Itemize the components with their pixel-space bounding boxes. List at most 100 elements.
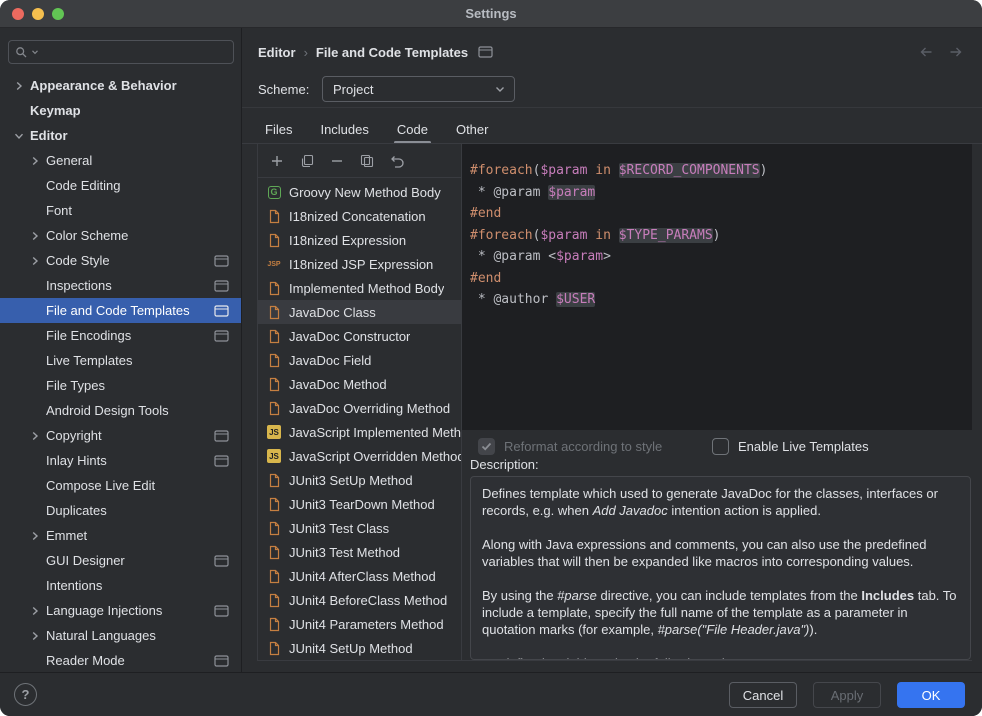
- sidebar-item-file-types[interactable]: File Types: [0, 373, 241, 398]
- fullscreen-button[interactable]: [52, 8, 64, 20]
- template-item-i18nized-jsp-expression[interactable]: JSPI18nized JSP Expression: [258, 252, 461, 276]
- screen-badge-icon: [214, 605, 229, 617]
- settings-tree: Appearance & Behavior Keymap Editor General…: [0, 73, 241, 672]
- code-line: * @author $USER: [470, 289, 972, 311]
- scheme-select[interactable]: Project: [322, 76, 515, 102]
- sidebar-item-general[interactable]: General: [0, 148, 241, 173]
- template-item-i18nized-concatenation[interactable]: I18nized Concatenation: [258, 204, 461, 228]
- sidebar-item-label: Code Editing: [46, 178, 120, 193]
- template-item-label: I18nized Expression: [289, 233, 406, 248]
- template-item-implemented-method-body[interactable]: Implemented Method Body: [258, 276, 461, 300]
- template-item-javadoc-constructor[interactable]: JavaDoc Constructor: [258, 324, 461, 348]
- sidebar-item-natural-languages[interactable]: Natural Languages: [0, 623, 241, 648]
- template-item-javadoc-field[interactable]: JavaDoc Field: [258, 348, 461, 372]
- description-text: Defines template which used to generate …: [470, 476, 971, 660]
- sidebar-item-reader-mode[interactable]: Reader Mode: [0, 648, 241, 672]
- reformat-checkbox[interactable]: [478, 438, 495, 455]
- sidebar-item-file-encodings[interactable]: File Encodings: [0, 323, 241, 348]
- sidebar-item-code-editing[interactable]: Code Editing: [0, 173, 241, 198]
- template-item-javascript-overridden-method[interactable]: JSJavaScript Overridden Method: [258, 444, 461, 468]
- sidebar-item-android-design-tools[interactable]: Android Design Tools: [0, 398, 241, 423]
- template-item-javadoc-overriding-method[interactable]: JavaDoc Overriding Method: [258, 396, 461, 420]
- separator: [257, 660, 972, 661]
- sidebar-item-copyright[interactable]: Copyright: [0, 423, 241, 448]
- template-list: GGroovy New Method BodyI18nized Concaten…: [258, 178, 461, 660]
- sidebar-item-font[interactable]: Font: [0, 198, 241, 223]
- settings-search-input[interactable]: [42, 45, 227, 60]
- template-item-junit4-setup-method[interactable]: JUnit4 SetUp Method: [258, 636, 461, 660]
- close-button[interactable]: [12, 8, 24, 20]
- template-item-junit3-teardown-method[interactable]: JUnit3 TearDown Method: [258, 492, 461, 516]
- chevron-right-icon[interactable]: [26, 631, 44, 641]
- chevron-down-icon[interactable]: [10, 131, 28, 141]
- template-item-i18nized-expression[interactable]: I18nized Expression: [258, 228, 461, 252]
- chevron-right-icon[interactable]: [26, 531, 44, 541]
- screen-badge-icon: [214, 655, 229, 667]
- copy-template-button[interactable]: [298, 152, 316, 170]
- template-file-icon: [266, 209, 282, 224]
- sidebar-item-compose-live-edit[interactable]: Compose Live Edit: [0, 473, 241, 498]
- sidebar-item-editor[interactable]: Editor: [0, 123, 241, 148]
- tab-other[interactable]: Other: [453, 115, 492, 143]
- chevron-right-icon[interactable]: [26, 431, 44, 441]
- template-item-junit3-test-class[interactable]: JUnit3 Test Class: [258, 516, 461, 540]
- sidebar-item-inspections[interactable]: Inspections: [0, 273, 241, 298]
- tab-code[interactable]: Code: [394, 115, 431, 143]
- reset-template-button[interactable]: [388, 152, 406, 170]
- add-template-button[interactable]: [268, 152, 286, 170]
- template-item-label: JUnit3 Test Method: [289, 545, 400, 560]
- sidebar-item-label: Keymap: [30, 103, 81, 118]
- breadcrumb-item-editor[interactable]: Editor: [258, 45, 296, 60]
- help-button[interactable]: ?: [14, 683, 37, 706]
- chevron-right-icon[interactable]: [10, 81, 28, 91]
- sidebar-item-language-injections[interactable]: Language Injections: [0, 598, 241, 623]
- sidebar-item-file-and-code-templates[interactable]: File and Code Templates: [0, 298, 241, 323]
- sidebar-item-duplicates[interactable]: Duplicates: [0, 498, 241, 523]
- template-file-icon: [266, 401, 282, 416]
- template-item-junit3-setup-method[interactable]: JUnit3 SetUp Method: [258, 468, 461, 492]
- chevron-right-icon[interactable]: [26, 156, 44, 166]
- tab-includes[interactable]: Includes: [317, 115, 371, 143]
- sidebar-item-gui-designer[interactable]: GUI Designer: [0, 548, 241, 573]
- apply-button[interactable]: Apply: [813, 682, 881, 708]
- live-templates-checkbox[interactable]: [712, 438, 729, 455]
- template-file-icon: [266, 353, 282, 368]
- template-item-javascript-implemented-method[interactable]: JSJavaScript Implemented Method: [258, 420, 461, 444]
- back-button[interactable]: [918, 45, 934, 59]
- sidebar-item-label: Appearance & Behavior: [30, 78, 177, 93]
- ok-button[interactable]: OK: [897, 682, 965, 708]
- search-field[interactable]: [8, 40, 234, 64]
- chevron-right-icon[interactable]: [26, 606, 44, 616]
- template-item-javadoc-class[interactable]: JavaDoc Class: [258, 300, 461, 324]
- sidebar-item-emmet[interactable]: Emmet: [0, 523, 241, 548]
- sidebar-item-code-style[interactable]: Code Style: [0, 248, 241, 273]
- sidebar-item-color-scheme[interactable]: Color Scheme: [0, 223, 241, 248]
- duplicate-template-button[interactable]: [358, 152, 376, 170]
- chevron-right-icon[interactable]: [26, 256, 44, 266]
- tab-files[interactable]: Files: [262, 115, 295, 143]
- template-editor[interactable]: #foreach($param in $RECORD_COMPONENTS) *…: [462, 144, 972, 430]
- sidebar-item-inlay-hints[interactable]: Inlay Hints: [0, 448, 241, 473]
- live-templates-label: Enable Live Templates: [738, 439, 869, 454]
- sidebar-item-intentions[interactable]: Intentions: [0, 573, 241, 598]
- minimize-button[interactable]: [32, 8, 44, 20]
- template-item-junit3-test-method[interactable]: JUnit3 Test Method: [258, 540, 461, 564]
- template-item-groovy-new-method-body[interactable]: GGroovy New Method Body: [258, 180, 461, 204]
- sidebar-item-keymap[interactable]: Keymap: [0, 98, 241, 123]
- forward-button[interactable]: [948, 45, 964, 59]
- sidebar-item-label: Natural Languages: [46, 628, 156, 643]
- breadcrumb-item-file-and-code-templates[interactable]: File and Code Templates: [316, 45, 468, 60]
- sidebar-item-label: Editor: [30, 128, 68, 143]
- template-item-junit4-beforeclass-method[interactable]: JUnit4 BeforeClass Method: [258, 588, 461, 612]
- sidebar-item-label: Live Templates: [46, 353, 132, 368]
- remove-template-button[interactable]: [328, 152, 346, 170]
- sidebar-item-appearance-behavior[interactable]: Appearance & Behavior: [0, 73, 241, 98]
- template-item-junit4-parameters-method[interactable]: JUnit4 Parameters Method: [258, 612, 461, 636]
- search-history-chevron-icon[interactable]: [31, 48, 39, 56]
- template-item-label: JavaDoc Overriding Method: [289, 401, 450, 416]
- chevron-right-icon[interactable]: [26, 231, 44, 241]
- sidebar-item-live-templates[interactable]: Live Templates: [0, 348, 241, 373]
- template-item-junit4-afterclass-method[interactable]: JUnit4 AfterClass Method: [258, 564, 461, 588]
- cancel-button[interactable]: Cancel: [729, 682, 797, 708]
- template-item-javadoc-method[interactable]: JavaDoc Method: [258, 372, 461, 396]
